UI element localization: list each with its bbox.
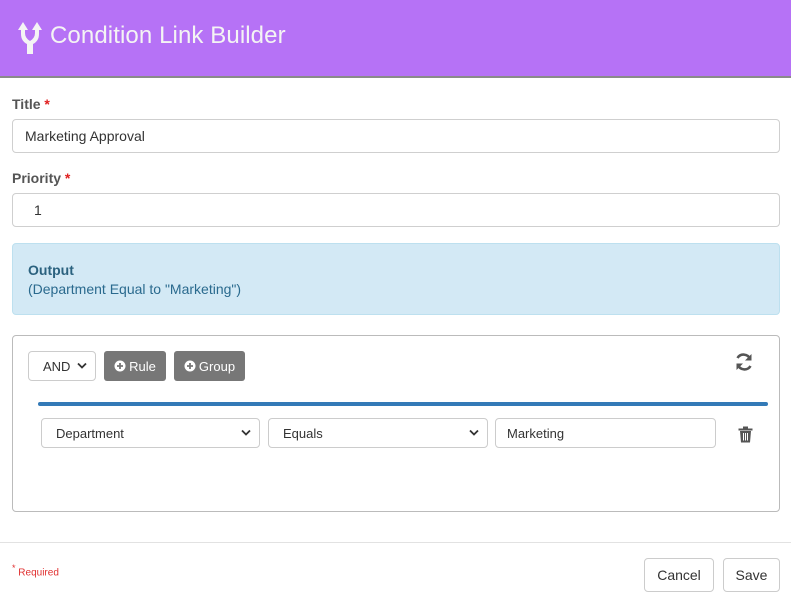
rule-field-select[interactable]: Department — [41, 418, 260, 448]
add-rule-label: Rule — [129, 358, 156, 374]
plus-circle-icon — [184, 360, 196, 372]
cancel-button[interactable]: Cancel — [644, 558, 714, 592]
required-asterisk: * — [64, 170, 71, 186]
combinator-value: AND — [43, 358, 71, 374]
rule-value-input[interactable]: Marketing — [495, 418, 716, 448]
output-panel: Output (Department Equal to "Marketing") — [12, 243, 780, 315]
title-input[interactable]: Marketing Approval — [12, 119, 780, 153]
trash-icon[interactable] — [738, 426, 753, 443]
save-button[interactable]: Save — [723, 558, 780, 592]
chevron-down-icon — [469, 429, 479, 436]
required-asterisk: * — [12, 563, 16, 573]
query-builder: AND Rule Group Department Equals Marketi… — [12, 335, 780, 512]
required-note: * Required — [12, 563, 59, 578]
rule-field-value: Department — [56, 425, 124, 441]
refresh-icon[interactable] — [734, 352, 754, 372]
page-title: Condition Link Builder — [50, 22, 286, 49]
app-header: Condition Link Builder — [0, 0, 791, 78]
title-label-text: Title — [12, 96, 41, 112]
rule-value-text: Marketing — [507, 425, 565, 441]
split-arrows-icon — [18, 22, 42, 54]
combinator-select[interactable]: AND — [28, 351, 96, 381]
required-asterisk: * — [44, 96, 50, 112]
chevron-down-icon — [241, 429, 251, 436]
add-rule-button[interactable]: Rule — [104, 351, 166, 381]
group-divider — [38, 402, 768, 406]
priority-input[interactable]: 1 — [12, 193, 780, 227]
required-text: Required — [18, 567, 59, 579]
add-group-label: Group — [198, 358, 236, 374]
add-group-button[interactable]: Group — [174, 351, 245, 381]
rule-operator-select[interactable]: Equals — [268, 418, 488, 448]
plus-circle-icon — [114, 360, 126, 372]
rule-operator-value: Equals — [283, 425, 323, 441]
priority-label-text: Priority — [12, 170, 62, 186]
chevron-down-icon — [77, 362, 87, 369]
priority-label: Priority * — [12, 170, 70, 186]
output-expression: (Department Equal to "Marketing") — [28, 281, 242, 297]
footer-divider — [0, 542, 791, 543]
title-label: Title * — [12, 96, 50, 112]
output-title: Output — [28, 262, 74, 278]
